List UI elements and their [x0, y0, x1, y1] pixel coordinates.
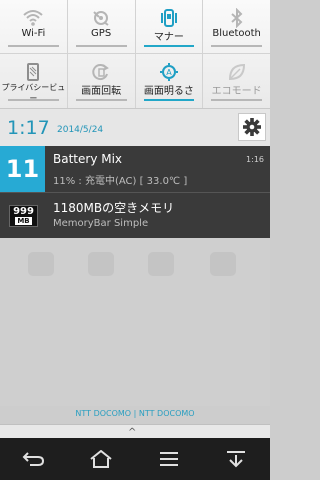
- chevron-up-icon: ^: [128, 427, 137, 438]
- home-button[interactable]: [68, 438, 136, 480]
- wifi-state-bar: [8, 45, 59, 47]
- eco-leaf-icon: [228, 63, 245, 81]
- notification-subtitle: MemoryBar Simple: [53, 218, 149, 229]
- quick-settings-row-2: プライバシービュー 画面回転 A 画面明るさ: [0, 54, 270, 108]
- gps-icon: [93, 11, 109, 26]
- notification-title: 1180MBの空きメモリ: [53, 201, 175, 215]
- quick-settings-panel: Wi-Fi GPS マナー Bluetooth プライバシービュ 画面回転 A …: [0, 0, 270, 108]
- manner-label: マナー: [153, 32, 184, 43]
- brightness-label: 画面明るさ: [143, 86, 194, 97]
- brightness-toggle[interactable]: A 画面明るさ: [136, 54, 204, 108]
- memory-icon-unit: MB: [15, 217, 32, 225]
- rotate-toggle[interactable]: 画面回転: [68, 54, 136, 108]
- gps-toggle[interactable]: GPS: [68, 0, 136, 54]
- bluetooth-state-bar: [211, 45, 262, 47]
- wifi-label: Wi-Fi: [21, 28, 46, 39]
- back-button[interactable]: [0, 438, 68, 480]
- home-icon: [90, 450, 112, 468]
- privacy-view-toggle[interactable]: プライバシービュー: [0, 54, 68, 108]
- notification-battery-mix[interactable]: 11 Battery Mix 11% : 充電中(AC) [ 33.0℃ ] 1…: [0, 146, 270, 192]
- app-icon-placeholder: [148, 252, 174, 276]
- navigation-bar: [0, 438, 270, 480]
- brightness-icon: A: [159, 63, 178, 81]
- notification-title: Battery Mix: [53, 152, 123, 166]
- notification-header: 1:17 2014/5/24: [0, 108, 270, 147]
- privacy-view-icon: [27, 63, 40, 81]
- notification-subtitle: 11% : 充電中(AC) [ 33.0℃ ]: [53, 176, 188, 187]
- memory-app-icon: 999 MB: [9, 205, 38, 227]
- gear-icon: [243, 118, 261, 136]
- vibrate-icon: [160, 9, 177, 27]
- gps-state-bar: [75, 45, 127, 47]
- collapse-shade-button[interactable]: [203, 438, 271, 480]
- bluetooth-label: Bluetooth: [212, 28, 261, 39]
- wifi-toggle[interactable]: Wi-Fi: [0, 0, 68, 54]
- wifi-icon: [23, 10, 44, 26]
- eco-mode-label: エコモード: [211, 86, 262, 97]
- rotate-state-bar: [75, 99, 127, 101]
- svg-text:A: A: [166, 68, 172, 77]
- clock-time: 1:17: [7, 117, 50, 139]
- app-icon-placeholder: [210, 252, 236, 276]
- eco-mode-state-bar: [211, 99, 262, 101]
- menu-button[interactable]: [135, 438, 203, 480]
- settings-button[interactable]: [238, 113, 266, 141]
- rotate-icon: [92, 64, 110, 81]
- notification-time: 1:16: [246, 155, 264, 164]
- rotate-label: 画面回転: [81, 86, 122, 97]
- menu-icon: [159, 452, 178, 466]
- collapse-down-icon: [227, 451, 246, 468]
- battery-level-badge: 11: [0, 146, 45, 192]
- app-icon-placeholder: [88, 252, 114, 276]
- app-icon-placeholder: [28, 252, 54, 276]
- brightness-state-bar: [143, 99, 195, 101]
- bluetooth-toggle[interactable]: Bluetooth: [203, 0, 270, 54]
- home-screen-background: [0, 238, 270, 406]
- manner-toggle[interactable]: マナー: [136, 0, 204, 54]
- bluetooth-icon: [230, 8, 243, 28]
- shade-drag-handle[interactable]: ^: [0, 424, 270, 439]
- privacy-view-state-bar: [8, 99, 59, 101]
- carrier-label: NTT DOCOMO | NTT DOCOMO: [75, 409, 195, 418]
- clock-date: 2014/5/24: [57, 125, 104, 135]
- gps-label: GPS: [91, 28, 112, 39]
- manner-state-bar: [143, 45, 195, 47]
- back-icon: [22, 452, 44, 466]
- eco-mode-toggle[interactable]: エコモード: [203, 54, 270, 108]
- quick-settings-row-1: Wi-Fi GPS マナー Bluetooth: [0, 0, 270, 54]
- notification-memorybar[interactable]: 999 MB 1180MBの空きメモリ MemoryBar Simple: [0, 193, 270, 238]
